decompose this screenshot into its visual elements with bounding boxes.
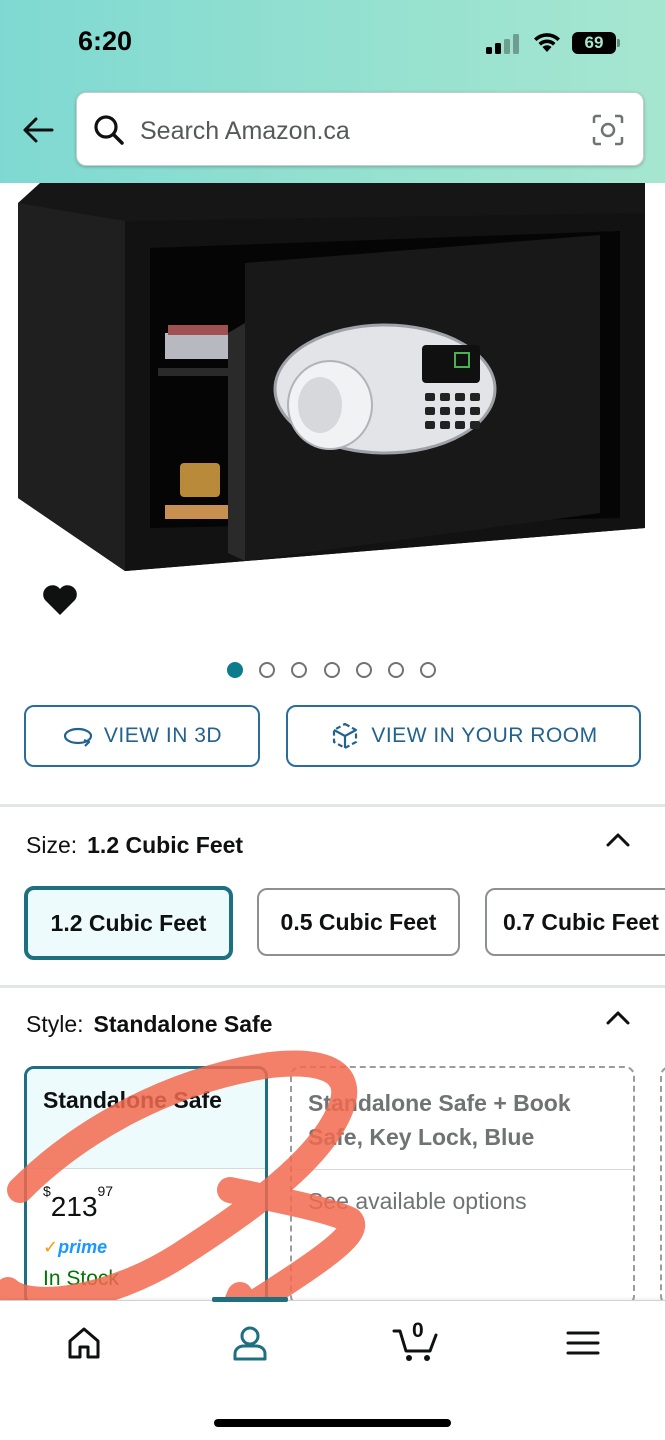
account-tab-icon[interactable] <box>230 1323 270 1363</box>
style-option-price: $21397 <box>43 1182 114 1222</box>
camera-search-icon[interactable] <box>591 113 625 147</box>
style-option-card-partial[interactable] <box>660 1066 665 1306</box>
wishlist-heart-icon[interactable] <box>40 580 80 620</box>
size-option[interactable]: 0.5 Cubic Feet <box>257 888 460 956</box>
product-image[interactable] <box>0 183 665 583</box>
style-option-card[interactable]: Standalone Safe + Book Safe, Key Lock, B… <box>290 1066 635 1306</box>
status-time: 6:20 <box>78 26 133 56</box>
view-in-your-room-label: VIEW IN YOUR ROOM <box>371 724 598 747</box>
view-in-3d-label: VIEW IN 3D <box>103 724 223 747</box>
home-tab-icon[interactable] <box>64 1323 104 1363</box>
carousel-dot[interactable] <box>259 662 275 678</box>
search-icon <box>94 115 124 145</box>
collapse-size-chevron-icon[interactable] <box>604 830 632 850</box>
search-placeholder: Search Amazon.ca <box>140 117 350 145</box>
bottom-tab-bar: 0 <box>0 1297 665 1440</box>
rotate-3d-icon <box>63 727 93 747</box>
view-in-your-room-button[interactable]: VIEW IN YOUR ROOM <box>286 705 641 767</box>
style-option-name: Standalone Safe + Book Safe, Key Lock, B… <box>292 1068 633 1170</box>
carousel-dot[interactable] <box>420 662 436 678</box>
menu-tab-icon[interactable] <box>563 1323 603 1363</box>
size-option[interactable]: 0.7 Cubic Feet <box>485 888 665 956</box>
carousel-dot[interactable] <box>356 662 372 678</box>
style-selected-value: Standalone Safe <box>93 1011 273 1037</box>
carousel-dot[interactable] <box>388 662 404 678</box>
home-indicator <box>214 1419 451 1427</box>
style-section-label: Style: Standalone Safe <box>26 1011 273 1037</box>
battery-level: 69 <box>584 33 604 52</box>
section-divider <box>0 804 665 807</box>
style-option-name: Standalone Safe <box>27 1069 265 1169</box>
image-carousel-dots <box>0 662 665 680</box>
carousel-dot[interactable] <box>324 662 340 678</box>
cart-count-badge: 0 <box>412 1319 424 1342</box>
carousel-dot[interactable] <box>227 662 243 678</box>
search-input[interactable]: Search Amazon.ca <box>76 92 644 166</box>
active-tab-indicator <box>212 1297 288 1302</box>
cellular-signal-icon <box>486 34 519 54</box>
section-divider <box>0 985 665 988</box>
wifi-icon <box>534 33 560 52</box>
ar-cube-icon <box>333 722 358 750</box>
size-option[interactable]: 1.2 Cubic Feet <box>24 886 233 960</box>
size-selected-value: 1.2 Cubic Feet <box>87 832 244 858</box>
carousel-dot[interactable] <box>291 662 307 678</box>
stock-status: In Stock <box>43 1267 119 1290</box>
size-section-label: Size: 1.2 Cubic Feet <box>26 832 244 858</box>
style-option-note: See available options <box>308 1188 527 1214</box>
header: 6:20 69 Search Amazon.ca <box>0 0 665 183</box>
style-option-card[interactable]: Standalone Safe $21397 ✓prime In Stock <box>24 1066 268 1306</box>
battery-icon: 69 <box>572 32 622 54</box>
back-arrow-icon[interactable] <box>20 112 56 148</box>
view-in-3d-button[interactable]: VIEW IN 3D <box>24 705 260 767</box>
collapse-style-chevron-icon[interactable] <box>604 1008 632 1028</box>
prime-badge: ✓prime <box>43 1237 108 1257</box>
